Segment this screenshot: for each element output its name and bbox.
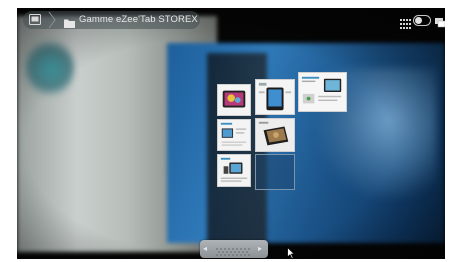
tablet-photo-1[interactable] xyxy=(217,84,251,116)
mouse-pointer-icon xyxy=(287,246,296,259)
filmstrip-handle[interactable]: ◂ ▸ xyxy=(200,240,268,258)
top-bar: Gamme eZee'Tab STOREX xyxy=(17,8,445,34)
tablet-photo-2[interactable] xyxy=(255,79,295,115)
tablet-photo-6[interactable] xyxy=(217,154,251,187)
scroll-left-icon[interactable]: ◂ xyxy=(203,244,207,254)
grid-view-icon[interactable] xyxy=(400,16,411,29)
gallery-screen: Gamme eZee'Tab STOREX ◂ ▸ xyxy=(17,8,445,259)
tablet-photo-3[interactable] xyxy=(298,72,347,112)
tablet-photo-5[interactable] xyxy=(255,118,295,152)
tablet-photo-7[interactable] xyxy=(255,154,295,190)
folder-icon xyxy=(64,15,75,28)
menu-icon[interactable] xyxy=(435,15,445,28)
grip-dots-icon xyxy=(215,244,253,256)
breadcrumb-title[interactable]: Gamme eZee'Tab STOREX xyxy=(79,14,198,25)
toggle-knob xyxy=(415,17,422,24)
tablet-photo-4[interactable] xyxy=(217,119,251,151)
chevron-right-icon xyxy=(47,11,57,29)
view-toggle[interactable] xyxy=(413,15,431,26)
album-icon[interactable] xyxy=(29,14,41,25)
scroll-right-icon[interactable]: ▸ xyxy=(258,244,262,254)
